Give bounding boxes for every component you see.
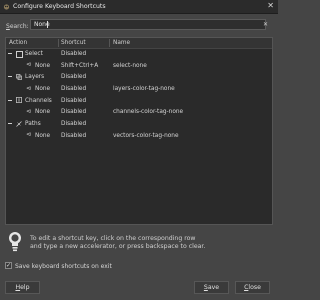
channels-icon: [16, 97, 22, 104]
paths-icon: [16, 120, 22, 127]
save-on-exit-label[interactable]: Save keyboard shortcuts on exit: [15, 263, 112, 270]
shortcut-cell[interactable]: Disabled: [61, 109, 86, 115]
shortcut-cell[interactable]: Shift+Ctrl+A: [61, 63, 98, 69]
table-row[interactable]: ⊲ None Disabled vectors-color-tag-none: [6, 131, 272, 143]
collapse-icon[interactable]: [8, 123, 12, 125]
window-close-button[interactable]: ✕: [267, 2, 274, 10]
gimp-app-icon: [3, 4, 10, 10]
action-cell: Channels: [25, 97, 52, 104]
collapse-icon[interactable]: [8, 53, 12, 54]
column-header-name[interactable]: Name: [113, 40, 130, 46]
window-title: Configure Keyboard Shortcuts: [13, 3, 106, 10]
shortcut-cell: Disabled: [61, 74, 87, 81]
hint-text: To edit a shortcut key, click on the cor…: [30, 235, 206, 250]
action-cell: None: [35, 109, 51, 116]
table-row-paths[interactable]: Paths Disabled: [6, 119, 272, 131]
column-header-action[interactable]: Action: [9, 40, 27, 46]
title-bar: Configure Keyboard Shortcuts ✕: [0, 0, 278, 14]
action-icon: ⊲: [26, 131, 32, 139]
table-row[interactable]: ⊲ None Disabled layers-color-tag-none: [6, 84, 272, 96]
help-button[interactable]: Help: [5, 281, 40, 294]
name-cell: channels-color-tag-none: [113, 109, 184, 116]
shortcuts-table[interactable]: Action Shortcut Name Select Disabled ⊲ N…: [5, 37, 273, 225]
shortcut-cell[interactable]: Disabled: [61, 133, 86, 139]
name-cell: vectors-color-tag-none: [113, 132, 179, 139]
action-icon: ⊲: [26, 61, 32, 69]
action-cell: Paths: [25, 121, 41, 128]
column-header-shortcut[interactable]: Shortcut: [61, 40, 86, 46]
table-row-channels[interactable]: Channels Disabled: [6, 96, 272, 108]
save-on-exit-checkbox[interactable]: ✓: [5, 262, 12, 269]
lightbulb-icon: [9, 232, 21, 252]
column-divider: [109, 39, 110, 47]
table-row[interactable]: ⊲ None Disabled channels-color-tag-none: [6, 107, 272, 119]
action-cell: Layers: [25, 74, 45, 81]
name-cell: layers-color-tag-none: [113, 86, 175, 93]
text-cursor: [47, 21, 48, 28]
action-cell: None: [35, 62, 51, 69]
table-row-layers[interactable]: Layers Disabled: [6, 72, 272, 84]
table-row[interactable]: ⊲ None Shift+Ctrl+A select-none: [6, 61, 272, 73]
search-label: Search:: [6, 23, 29, 30]
collapse-icon[interactable]: [8, 76, 12, 78]
save-button[interactable]: Save: [194, 281, 229, 294]
shortcut-cell: Disabled: [61, 97, 87, 104]
table-row-select[interactable]: Select Disabled: [6, 49, 272, 61]
action-icon: ⊲: [26, 107, 32, 115]
action-icon: ⊲: [26, 84, 32, 92]
collapse-icon[interactable]: [8, 99, 12, 101]
search-input[interactable]: [30, 19, 266, 30]
select-icon: [16, 50, 23, 58]
action-cell: Select: [25, 51, 43, 57]
shortcut-cell: Disabled: [61, 51, 87, 57]
action-cell: None: [35, 86, 51, 93]
action-cell: None: [35, 132, 51, 139]
table-header: Action Shortcut Name: [6, 38, 272, 49]
shortcut-cell: Disabled: [61, 121, 87, 128]
close-button[interactable]: Close: [235, 281, 270, 294]
name-cell: select-none: [113, 62, 147, 69]
column-divider: [58, 39, 59, 47]
layers-icon: [16, 74, 22, 80]
clear-search-icon[interactable]: ✕: [262, 21, 269, 28]
shortcut-cell[interactable]: Disabled: [61, 86, 86, 92]
